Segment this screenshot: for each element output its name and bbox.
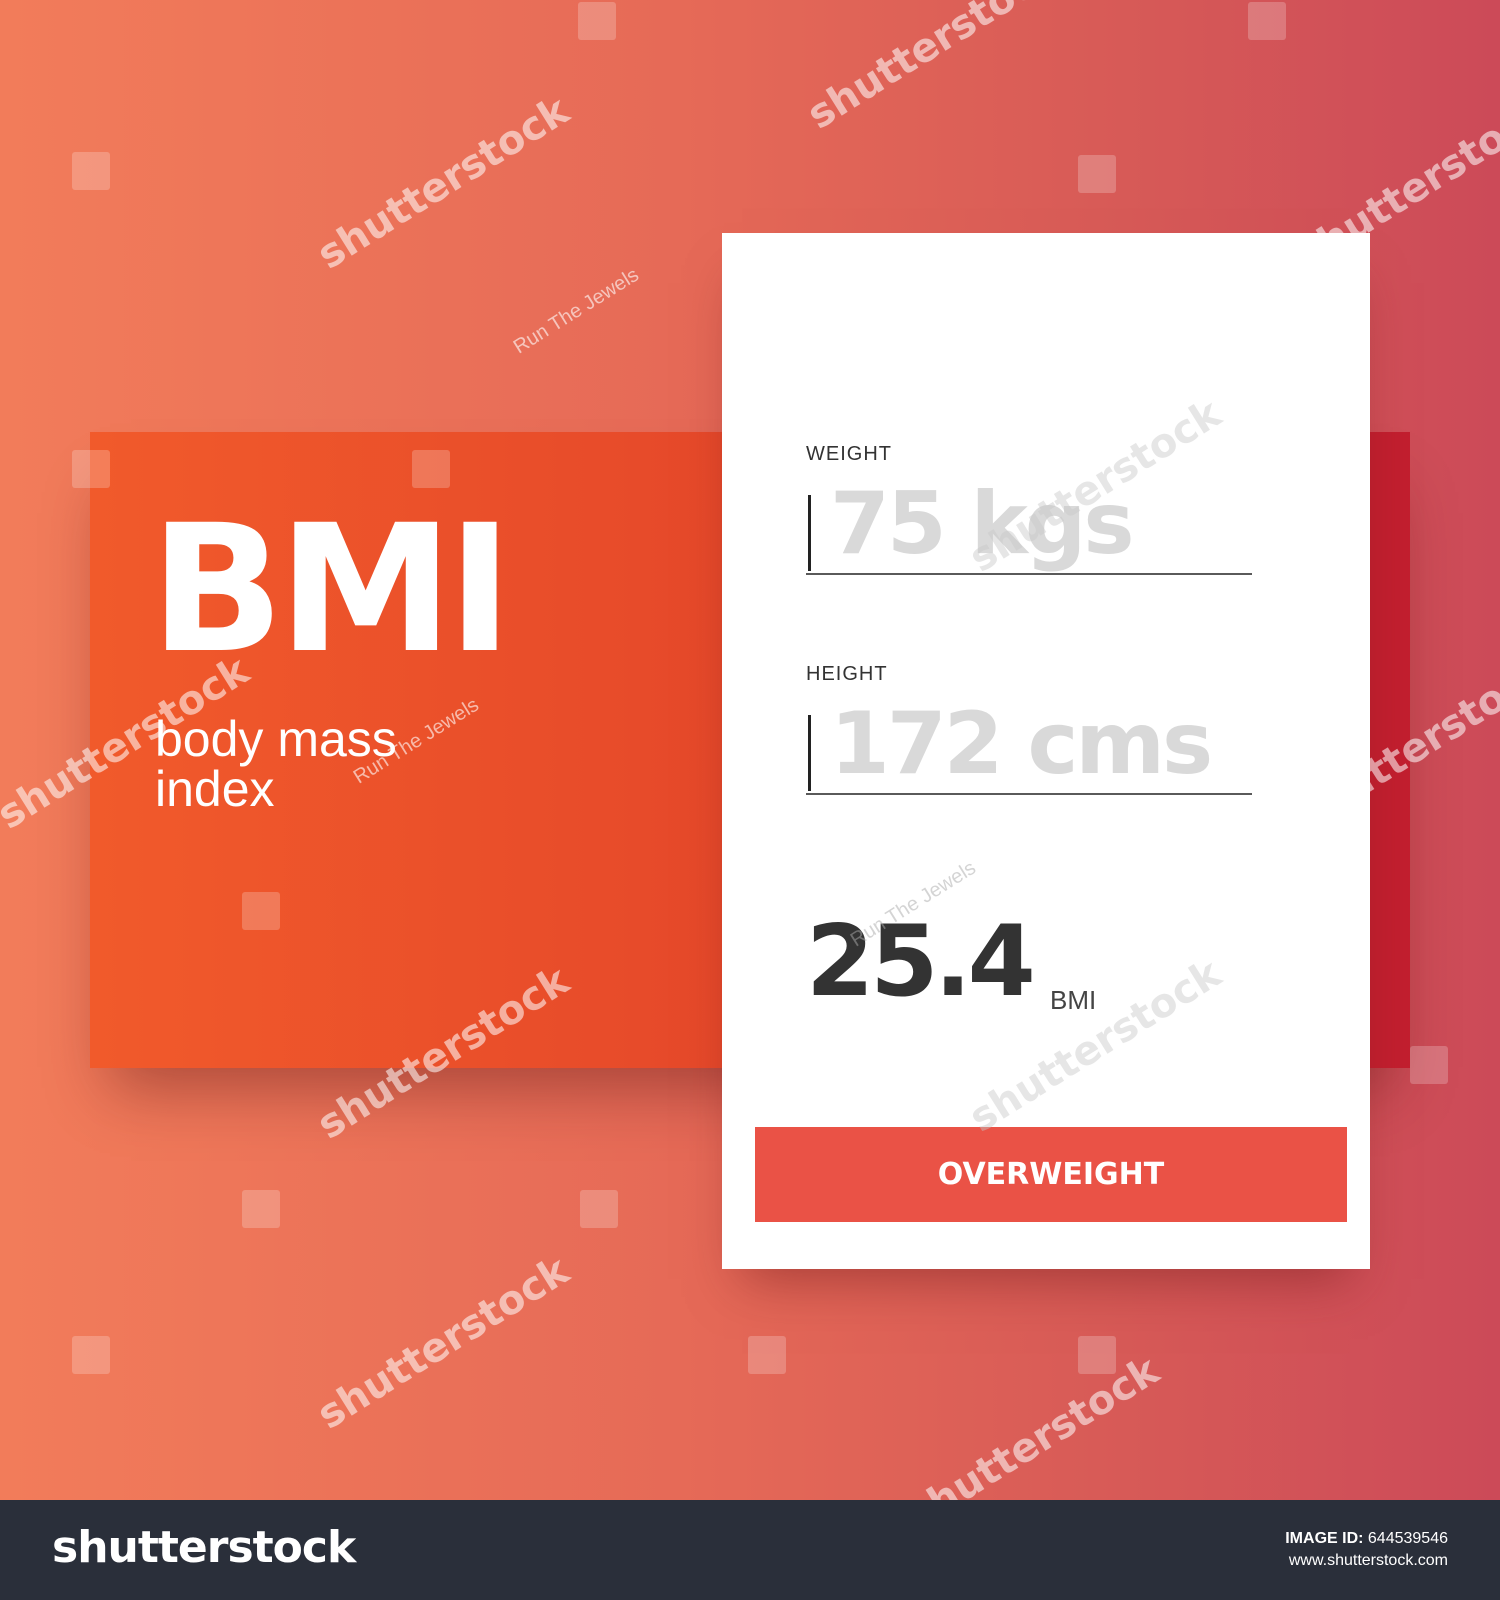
watermark-logo-icon: [1078, 155, 1116, 193]
footer-image-info: IMAGE ID: 644539546 www.shutterstock.com: [1285, 1528, 1448, 1572]
watermark-text: shutterstock: [309, 87, 578, 279]
footer-url: www.shutterstock.com: [1288, 1552, 1448, 1569]
footer-image-id-label: IMAGE ID:: [1285, 1530, 1364, 1547]
watermark-logo-icon: [1410, 1046, 1448, 1084]
height-label: HEIGHT: [806, 663, 888, 685]
weight-input[interactable]: [806, 475, 1252, 575]
footer-bar: shutterstock IMAGE ID: 644539546 www.shu…: [0, 1500, 1500, 1600]
bmi-subtitle-line-1: body mass: [155, 711, 397, 767]
footer-logo: shutterstock: [52, 1522, 356, 1573]
watermark-logo-icon: [748, 1336, 786, 1374]
bmi-result-value: 25.4: [806, 905, 1036, 1019]
bmi-result-unit: BMI: [1050, 985, 1097, 1015]
watermark-text: shutterstock: [309, 1247, 578, 1439]
background: BMI body mass index WEIGHT HEIGHT 25.4 B…: [0, 0, 1500, 1500]
overweight-status-button[interactable]: OVERWEIGHT: [755, 1127, 1347, 1222]
bmi-subtitle-line-2: index: [155, 761, 275, 817]
watermark-logo-icon: [72, 152, 110, 190]
watermark-logo-icon: [578, 2, 616, 40]
watermark-logo-icon: [1078, 1336, 1116, 1374]
watermark-logo-icon: [1248, 2, 1286, 40]
bmi-title: BMI: [150, 487, 513, 692]
watermark-artist: Run The Jewels: [509, 263, 643, 359]
weight-input-caret: [808, 495, 811, 571]
bmi-subtitle: body mass index: [155, 714, 535, 814]
watermark-logo-icon: [72, 1336, 110, 1374]
watermark-logo-icon: [242, 1190, 280, 1228]
height-input-caret: [808, 715, 811, 791]
bmi-calculator-card: WEIGHT HEIGHT 25.4 BMI OVERWEIGHT shutte…: [722, 233, 1370, 1269]
watermark-logo-icon: [580, 1190, 618, 1228]
footer-image-id: 644539546: [1367, 1530, 1448, 1547]
weight-label: WEIGHT: [806, 443, 892, 465]
height-input[interactable]: [806, 695, 1252, 795]
footer-image-id-row: IMAGE ID: 644539546: [1285, 1528, 1448, 1550]
watermark-text: shutterstock: [799, 0, 1068, 139]
watermark-text: shutterstock: [899, 1347, 1168, 1500]
